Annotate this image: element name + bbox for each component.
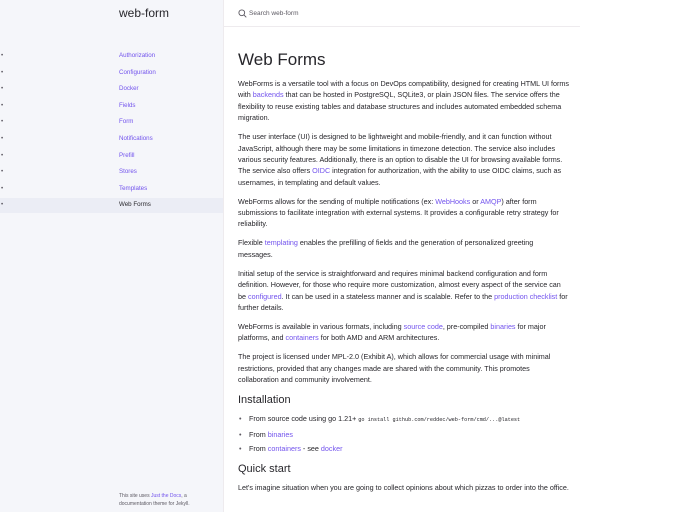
search-icon [238, 9, 247, 18]
binaries-link[interactable]: binaries [268, 430, 293, 439]
paragraph-formats: WebForms is available in various formats… [238, 321, 570, 344]
sidebar-item-fields[interactable]: Fields [0, 99, 223, 114]
sidebar-item-authorization[interactable]: Authorization [0, 49, 223, 64]
binaries-link[interactable]: binaries [490, 322, 515, 331]
list-item: From containers - see docker [238, 443, 570, 455]
footer-prefix: This site uses [119, 493, 151, 499]
main-content: Web Forms WebForms is a versatile tool w… [238, 40, 570, 501]
header [224, 0, 580, 27]
paragraph-intro: WebForms is a versatile tool with a focu… [238, 78, 570, 124]
list-item: From source code using go 1.21+ go insta… [238, 413, 570, 426]
text: Flexible [238, 238, 265, 248]
sidebar-item-form[interactable]: Form [0, 115, 223, 130]
templating-link[interactable]: templating [265, 238, 298, 247]
paragraph-license: The project is licensed under MPL-2.0 (E… [238, 352, 551, 384]
footer-theme-link[interactable]: Just the Docs [151, 493, 181, 499]
containers-link[interactable]: containers [268, 444, 301, 453]
webhooks-link[interactable]: WebHooks [435, 197, 470, 206]
paragraph-ui: The user interface (UI) is designed to b… [238, 131, 570, 188]
source-code-link[interactable]: source code [404, 322, 443, 331]
text: From source code using go 1.21+ [249, 414, 359, 424]
paragraph-templating: Flexible templating enables the prefilli… [238, 237, 570, 260]
text: or [470, 196, 481, 206]
docker-link[interactable]: docker [321, 444, 343, 453]
sidebar-item-web-forms[interactable]: Web Forms [0, 198, 223, 213]
text: From [249, 430, 268, 440]
containers-link[interactable]: containers [286, 333, 319, 342]
paragraph-setup: Initial setup of the service is straight… [238, 268, 570, 314]
list-item: From binaries [238, 429, 570, 441]
text: for both AMD and ARM architectures. [318, 333, 440, 343]
text: that can be hosted in PostgreSQL, SQLite… [238, 90, 562, 123]
text: , pre-compiled [442, 321, 491, 331]
paragraph-notifications: WebForms allows for the sending of multi… [238, 196, 570, 230]
sidebar-item-docker[interactable]: Docker [0, 82, 223, 97]
install-command: go install github.com/reddec/web-form/cm… [358, 417, 521, 424]
sidebar-item-notifications[interactable]: Notifications [0, 132, 223, 147]
oidc-link[interactable]: OIDC [312, 166, 330, 175]
production-checklist-link[interactable]: production checklist [494, 292, 557, 301]
search-input[interactable] [249, 7, 549, 20]
sidebar-item-stores[interactable]: Stores [0, 165, 223, 180]
text: . It can be used in a stateless manner a… [281, 291, 495, 301]
backends-link[interactable]: backends [253, 90, 284, 99]
quick-start-heading: Quick start [238, 463, 291, 476]
text: - see [300, 443, 321, 453]
sidebar-item-prefill[interactable]: Prefill [0, 149, 223, 164]
paragraph-quick-start: Let's imagine situation when you are goi… [238, 483, 569, 493]
configured-link[interactable]: configured [248, 292, 282, 301]
sidebar-nav: Authorization Configuration Docker Field… [0, 49, 223, 215]
text: WebForms allows for the sending of multi… [238, 196, 436, 206]
footer-note: This site uses Just the Docs, a document… [119, 492, 219, 508]
sidebar-item-templates[interactable]: Templates [0, 182, 223, 197]
installation-list: From source code using go 1.21+ go insta… [238, 413, 570, 454]
site-title[interactable]: web-form [119, 6, 169, 20]
sidebar-item-configuration[interactable]: Configuration [0, 66, 223, 81]
sidebar: web-form Authorization Configuration Doc… [0, 0, 224, 512]
page-title: Web Forms [238, 50, 326, 69]
amqp-link[interactable]: AMQP [480, 197, 501, 206]
text: From [249, 443, 268, 453]
installation-heading: Installation [238, 394, 291, 407]
text: WebForms is available in various formats… [238, 321, 404, 331]
